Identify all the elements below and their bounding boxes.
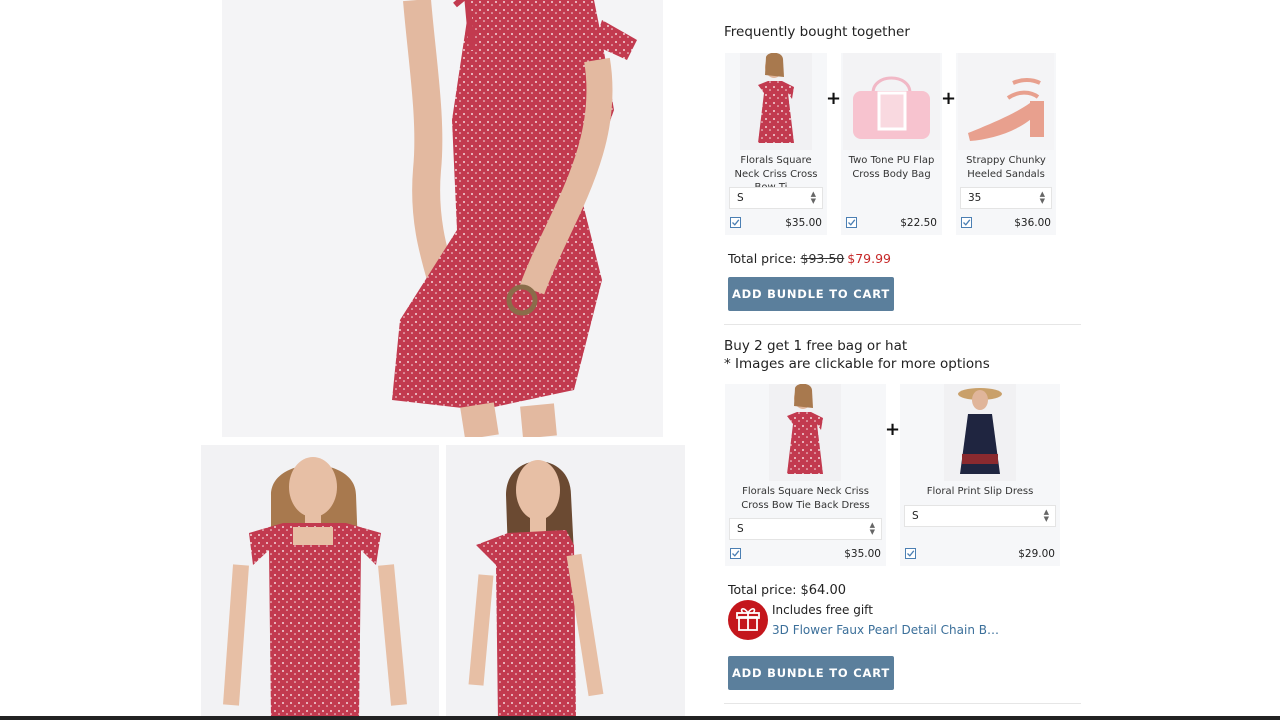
include-checkbox[interactable] [846, 217, 857, 228]
size-select[interactable]: 35 ▲ ▼ [960, 187, 1052, 209]
product-main-image[interactable] [222, 0, 663, 437]
free-gift-link[interactable]: 3D Flower Faux Pearl Detail Chain B… [772, 623, 999, 637]
gift-label: Includes free gift [772, 603, 873, 617]
product-thumbnail[interactable] [958, 53, 1054, 150]
include-checkbox[interactable] [905, 548, 916, 559]
select-arrows-icon: ▲ ▼ [1039, 190, 1045, 205]
section-divider [724, 703, 1081, 704]
bundle-total: Total price: $64.00 [728, 582, 846, 598]
section-divider [724, 324, 1081, 325]
product-thumb-front[interactable] [201, 445, 439, 720]
product-name[interactable]: Florals Square Neck Criss Cross Bow Tie … [725, 485, 886, 512]
size-select[interactable]: S ▲ ▼ [729, 518, 882, 540]
include-checkbox[interactable] [961, 217, 972, 228]
size-select[interactable]: S ▲ ▼ [729, 187, 823, 209]
add-bundle-to-cart-button[interactable]: ADD BUNDLE TO CART [728, 656, 894, 690]
product-price: $35.00 [785, 217, 822, 229]
product-name[interactable]: Floral Print Slip Dress [900, 485, 1060, 499]
include-checkbox[interactable] [730, 217, 741, 228]
total-label: Total price: [728, 582, 797, 597]
plus-icon: + [885, 419, 901, 440]
product-name[interactable]: Strappy Chunky Heeled Sandals [956, 154, 1056, 181]
product-price: $35.00 [844, 548, 881, 560]
product-thumbnail[interactable] [769, 384, 841, 481]
product-price: $36.00 [1014, 217, 1051, 229]
select-arrows-icon: ▲ ▼ [1043, 508, 1049, 523]
size-value: S [737, 523, 744, 535]
bundle-item-card: Floral Print Slip Dress S ▲ ▼ $29.00 [900, 384, 1060, 566]
select-arrows-icon: ▲ ▼ [810, 190, 816, 205]
gift-icon [728, 600, 768, 640]
bundle-note: * Images are clickable for more options [724, 356, 990, 372]
size-value: S [737, 192, 744, 204]
product-name[interactable]: Two Tone PU Flap Cross Body Bag [841, 154, 942, 181]
original-price: $93.50 [800, 251, 845, 266]
bundle-item-card: Florals Square Neck Criss Cross Bow Ti… … [725, 53, 827, 235]
discounted-price: $79.99 [847, 251, 891, 266]
page-bottom-edge [0, 716, 1280, 720]
bundle-item-card: Florals Square Neck Criss Cross Bow Tie … [725, 384, 886, 566]
product-price: $22.50 [900, 217, 937, 229]
bundle-item-card: Strappy Chunky Heeled Sandals 35 ▲ ▼ $36.0… [956, 53, 1056, 235]
total-price: $64.00 [800, 583, 847, 598]
bundle-total: Total price: $93.50 $79.99 [728, 251, 891, 266]
size-select[interactable]: S ▲ ▼ [904, 505, 1056, 527]
total-label: Total price: [728, 251, 797, 266]
add-bundle-to-cart-button[interactable]: ADD BUNDLE TO CART [728, 277, 894, 311]
size-value: S [912, 510, 919, 522]
size-value: 35 [968, 192, 982, 204]
bundle-title: Frequently bought together [724, 24, 910, 40]
product-thumbnail[interactable] [740, 53, 812, 150]
product-price: $29.00 [1018, 548, 1055, 560]
select-arrows-icon: ▲ ▼ [869, 521, 875, 536]
plus-icon: + [941, 88, 957, 109]
include-checkbox[interactable] [730, 548, 741, 559]
product-thumbnail[interactable] [944, 384, 1016, 481]
product-thumbnail[interactable] [843, 53, 940, 150]
plus-icon: + [826, 88, 842, 109]
product-thumb-side[interactable] [446, 445, 685, 720]
bundle-title: Buy 2 get 1 free bag or hat [724, 338, 908, 354]
bundle-item-card: Two Tone PU Flap Cross Body Bag $22.50 [841, 53, 942, 235]
